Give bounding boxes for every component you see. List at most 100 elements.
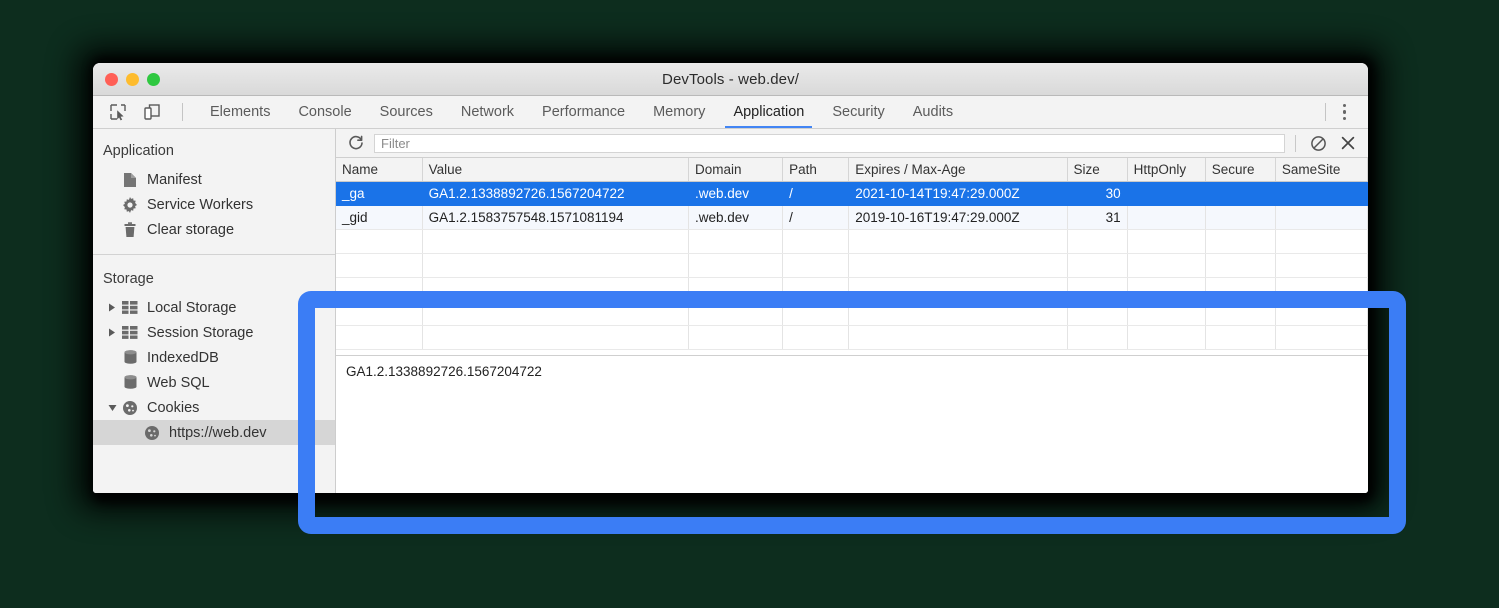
sidebar-item-label: Web SQL [141,375,210,391]
column-header-samesite[interactable]: SameSite [1275,158,1367,181]
tab-application-label: Application [733,104,804,120]
tab-performance[interactable]: Performance [528,96,639,128]
maximize-window-button[interactable] [147,73,160,86]
tab-elements[interactable]: Elements [196,96,284,128]
chevron-down-icon[interactable] [105,404,119,412]
table-row[interactable]: _ga GA1.2.1338892726.1567204722 .web.dev… [336,181,1368,205]
cell-secure [1205,181,1275,205]
table-row-empty [336,301,1368,325]
sidebar-item-cookies[interactable]: Cookies [93,395,335,420]
cell-value: GA1.2.1583757548.1571081194 [422,205,688,229]
cookie-value-text: GA1.2.1338892726.1567204722 [346,364,542,379]
devtools-body: Application Manifest [93,129,1368,493]
tab-sources-label: Sources [380,104,433,120]
tab-application[interactable]: Application [719,96,818,128]
cookies-datagrid[interactable]: Name Value Domain Path Expires / Max-Age… [336,158,1368,355]
tabstrip-divider [1325,103,1326,121]
tab-network-label: Network [461,104,514,120]
column-header-secure[interactable]: Secure [1205,158,1275,181]
filter-placeholder: Filter [381,136,410,151]
cell-httponly [1127,205,1205,229]
cell-name: _ga [336,181,422,205]
toolbar-divider [1295,135,1296,152]
cell-httponly [1127,181,1205,205]
sidebar-item-label: Session Storage [141,325,253,341]
database-icon [119,375,141,391]
sidebar-item-manifest[interactable]: Manifest [93,167,335,192]
cell-size: 30 [1067,181,1127,205]
document-icon [119,172,141,188]
column-header-domain[interactable]: Domain [689,158,783,181]
cell-samesite [1275,181,1367,205]
sidebar-item-clear-storage[interactable]: Clear storage [93,217,335,242]
table-icon [119,326,141,339]
refresh-icon[interactable] [344,132,368,154]
column-header-path[interactable]: Path [783,158,849,181]
sidebar-item-service-workers[interactable]: Service Workers [93,192,335,217]
tab-network[interactable]: Network [447,96,528,128]
sidebar-item-local-storage[interactable]: Local Storage [93,295,335,320]
cell-expires: 2021-10-14T19:47:29.000Z [849,181,1067,205]
cookies-panel: Filter [336,129,1368,493]
sidebar-heading-storage: Storage [93,265,335,295]
filter-input[interactable]: Filter [374,134,1285,153]
devtools-tabstrip: Elements Console Sources Network Perform… [93,96,1368,129]
tab-security[interactable]: Security [818,96,898,128]
tab-sources[interactable]: Sources [366,96,447,128]
toolbar-divider [182,103,183,121]
column-header-expires[interactable]: Expires / Max-Age [849,158,1067,181]
cell-domain: .web.dev [689,205,783,229]
sidebar-item-label: Local Storage [141,300,236,316]
cookie-value-preview: GA1.2.1338892726.1567204722 [336,355,1368,493]
column-header-httponly[interactable]: HttpOnly [1127,158,1205,181]
column-header-value[interactable]: Value [422,158,688,181]
cell-samesite [1275,205,1367,229]
chevron-right-icon[interactable] [105,303,119,312]
cookies-toolbar: Filter [336,129,1368,158]
cell-value: GA1.2.1338892726.1567204722 [422,181,688,205]
window-traffic-lights [105,73,160,86]
cell-domain: .web.dev [689,181,783,205]
column-header-size[interactable]: Size [1067,158,1127,181]
sidebar-item-label: IndexedDB [141,350,219,366]
tab-console[interactable]: Console [284,96,365,128]
devtools-window: DevTools - web.dev/ [93,63,1368,493]
clear-filter-icon[interactable] [1306,132,1330,154]
cookie-icon [119,400,141,416]
table-row[interactable]: _gid GA1.2.1583757548.1571081194 .web.de… [336,205,1368,229]
tab-audits[interactable]: Audits [899,96,967,128]
more-options-icon[interactable] [1335,104,1355,121]
close-window-button[interactable] [105,73,118,86]
tab-memory[interactable]: Memory [639,96,719,128]
cell-secure [1205,205,1275,229]
gear-icon [119,197,141,213]
trash-icon [119,222,141,238]
table-row-empty [336,229,1368,253]
cell-size: 31 [1067,205,1127,229]
devtools-tool-icons [93,96,196,128]
cell-name: _gid [336,205,422,229]
sidebar-item-web-sql[interactable]: Web SQL [93,370,335,395]
sidebar-item-label: https://web.dev [163,425,267,441]
chevron-right-icon[interactable] [105,328,119,337]
inspect-element-icon[interactable] [105,99,131,125]
column-header-name[interactable]: Name [336,158,422,181]
window-title: DevTools - web.dev/ [93,71,1368,88]
sidebar-item-label: Cookies [141,400,199,416]
sidebar-heading-application: Application [93,137,335,167]
minimize-window-button[interactable] [126,73,139,86]
table-row-empty [336,277,1368,301]
device-toolbar-icon[interactable] [139,99,165,125]
tabstrip-right-controls [1316,96,1369,128]
sidebar-item-indexeddb[interactable]: IndexedDB [93,345,335,370]
sidebar-item-cookies-web-dev[interactable]: https://web.dev [93,420,335,445]
cell-path: / [783,181,849,205]
table-icon [119,301,141,314]
database-icon [119,350,141,366]
sidebar-item-session-storage[interactable]: Session Storage [93,320,335,345]
application-sidebar: Application Manifest [93,129,336,493]
sidebar-spacer [93,255,335,265]
tab-performance-label: Performance [542,104,625,120]
delete-all-cookies-icon[interactable] [1336,132,1360,154]
table-row-empty [336,253,1368,277]
